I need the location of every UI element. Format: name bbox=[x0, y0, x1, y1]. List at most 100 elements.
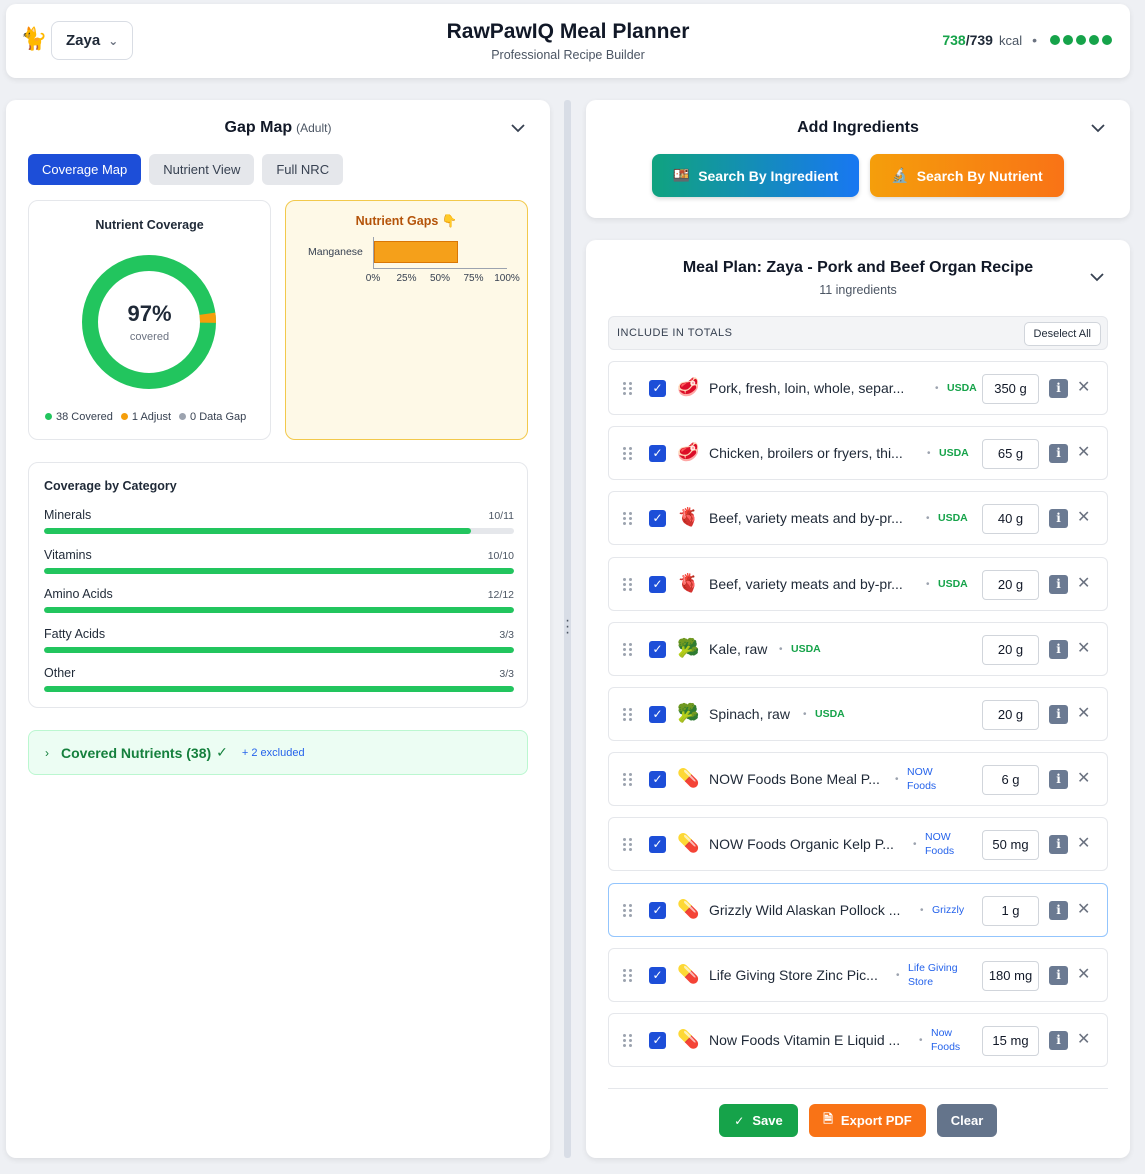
separator-dot: • bbox=[779, 643, 783, 655]
drag-handle-icon[interactable] bbox=[623, 968, 633, 983]
clear-button[interactable]: Clear bbox=[937, 1104, 997, 1137]
drag-handle-icon[interactable] bbox=[623, 773, 633, 787]
ingredient-row[interactable]: ✓ 💊 Grizzly Wild Alaskan Pollock ... • Grizz… bbox=[608, 882, 1108, 937]
tab-full-nrc[interactable]: Full NRC bbox=[262, 154, 344, 185]
close-icon[interactable]: ✕ bbox=[1077, 1029, 1090, 1049]
ingredient-row[interactable]: ✓ 🫀 Beef, variety meats and by-pr... • USDA 4… bbox=[608, 491, 1108, 546]
close-icon[interactable]: ✕ bbox=[1077, 768, 1090, 788]
gap-map-panel: Gap Map (Adult) Coverage Map Nutrient Vie… bbox=[6, 100, 550, 1158]
include-checkbox[interactable]: ✓ bbox=[649, 575, 666, 593]
quantity-input[interactable]: 180 mg bbox=[982, 960, 1039, 991]
ingredient-row[interactable]: ✓ 💊 Life Giving Store Zinc Pic... • Life Giv… bbox=[608, 947, 1108, 1002]
ingredient-row[interactable]: ✓ 💊 Now Foods Vitamin E Liquid ... • Now Food… bbox=[608, 1013, 1108, 1067]
ingredient-name: Life Giving Store Zinc Pic... bbox=[709, 966, 878, 983]
quantity-input[interactable]: 6 g bbox=[982, 765, 1039, 796]
category-name: Amino Acids bbox=[44, 587, 113, 601]
deselect-all-button[interactable]: Deselect All bbox=[1023, 322, 1101, 346]
drag-handle-icon[interactable] bbox=[623, 838, 633, 852]
ingredient-name: Pork, fresh, loin, whole, separ... bbox=[709, 380, 905, 396]
quantity-input[interactable]: 15 mg bbox=[982, 1026, 1039, 1056]
coverage-title: Nutrient Coverage bbox=[95, 218, 204, 232]
drag-handle-icon[interactable] bbox=[623, 1034, 633, 1048]
info-icon[interactable]: i bbox=[1049, 509, 1068, 529]
legend-data-gap: 0 Data Gap bbox=[179, 411, 246, 423]
check-icon: ✓ bbox=[734, 1113, 745, 1128]
info-icon[interactable]: i bbox=[1049, 900, 1068, 920]
separator-dot: • bbox=[895, 774, 899, 786]
search-by-ingredient-button[interactable]: 🍱 Search By Ingredient bbox=[652, 154, 859, 197]
category-progress-track bbox=[44, 567, 514, 574]
include-checkbox[interactable]: ✓ bbox=[649, 836, 666, 854]
close-icon[interactable]: ✕ bbox=[1077, 638, 1090, 658]
close-icon[interactable]: ✕ bbox=[1077, 442, 1090, 462]
ingredient-source-badge: USDA bbox=[791, 642, 821, 655]
quantity-input[interactable]: 20 g bbox=[982, 569, 1039, 600]
covered-nutrients-toggle[interactable]: › Covered Nutrients (38) ✓ + 2 excluded bbox=[28, 730, 528, 775]
ingredient-row[interactable]: ✓ 🥦 Kale, raw • USDA 20 g i ✕ bbox=[608, 621, 1108, 676]
drag-handle-icon[interactable]: · · · bbox=[564, 613, 571, 641]
food-type-icon: 🥩 bbox=[677, 442, 700, 463]
quantity-input[interactable]: 20 g bbox=[982, 700, 1039, 730]
include-checkbox[interactable]: ✓ bbox=[649, 901, 666, 919]
info-icon[interactable]: i bbox=[1049, 770, 1068, 790]
ingredient-row[interactable]: ✓ 🫀 Beef, variety meats and by-pr... • USDA 2… bbox=[608, 556, 1108, 611]
info-icon[interactable]: i bbox=[1049, 639, 1068, 659]
ingredient-row[interactable]: ✓ 🥦 Spinach, raw • USDA 20 g i ✕ bbox=[608, 687, 1108, 741]
drag-handle-icon[interactable] bbox=[623, 708, 633, 722]
close-icon[interactable]: ✕ bbox=[1077, 964, 1090, 984]
close-icon[interactable]: ✕ bbox=[1077, 377, 1090, 397]
quantity-input[interactable]: 50 mg bbox=[982, 830, 1039, 861]
gap-map-tabs: Coverage Map Nutrient View Full NRC bbox=[28, 154, 344, 185]
chevron-down-icon[interactable] bbox=[1090, 120, 1106, 136]
status-dot bbox=[1102, 35, 1112, 45]
food-type-icon: 🥦 bbox=[677, 703, 700, 723]
category-row: Other 3/3 bbox=[44, 666, 514, 692]
info-icon[interactable]: i bbox=[1049, 379, 1068, 398]
save-button[interactable]: ✓ Save bbox=[719, 1104, 798, 1137]
drag-handle-icon[interactable] bbox=[623, 447, 633, 461]
ingredient-row[interactable]: ✓ 💊 NOW Foods Organic Kelp P... • NOW Foods 50… bbox=[608, 817, 1108, 872]
close-icon[interactable]: ✕ bbox=[1077, 833, 1090, 853]
ingredient-name: Kale, raw bbox=[709, 640, 768, 657]
close-icon[interactable]: ✕ bbox=[1077, 703, 1090, 723]
info-icon[interactable]: i bbox=[1049, 574, 1068, 594]
include-checkbox[interactable]: ✓ bbox=[649, 1032, 666, 1049]
excluded-link[interactable]: + 2 excluded bbox=[242, 747, 305, 759]
quantity-input[interactable]: 1 g bbox=[982, 895, 1039, 926]
ingredient-row[interactable]: ✓ 💊 NOW Foods Bone Meal P... • NOW Foods 6 g i ✕ bbox=[608, 752, 1108, 807]
include-checkbox[interactable]: ✓ bbox=[649, 445, 666, 463]
chevron-down-icon[interactable] bbox=[1089, 269, 1105, 285]
tab-coverage-map[interactable]: Coverage Map bbox=[28, 154, 142, 185]
tab-nutrient-view[interactable]: Nutrient View bbox=[149, 154, 255, 185]
info-icon[interactable]: i bbox=[1049, 1031, 1068, 1050]
info-icon[interactable]: i bbox=[1049, 835, 1068, 855]
quantity-input[interactable]: 20 g bbox=[982, 634, 1039, 665]
drag-handle-icon[interactable] bbox=[623, 903, 633, 918]
drag-handle-icon[interactable] bbox=[623, 512, 633, 526]
quantity-input[interactable]: 350 g bbox=[982, 374, 1039, 404]
close-icon[interactable]: ✕ bbox=[1077, 573, 1090, 593]
drag-handle-icon[interactable] bbox=[623, 382, 633, 396]
quantity-input[interactable]: 40 g bbox=[982, 504, 1039, 535]
info-icon[interactable]: i bbox=[1049, 965, 1068, 985]
chevron-down-icon[interactable] bbox=[510, 120, 526, 136]
search-by-nutrient-button[interactable]: 🔬 Search By Nutrient bbox=[870, 154, 1064, 197]
include-checkbox[interactable]: ✓ bbox=[649, 771, 666, 789]
include-checkbox[interactable]: ✓ bbox=[649, 640, 666, 658]
drag-handle-icon[interactable] bbox=[623, 577, 633, 592]
ingredient-name: Chicken, broilers or fryers, thi... bbox=[709, 445, 903, 462]
ingredient-row[interactable]: ✓ 🥩 Pork, fresh, loin, whole, separ... • USD… bbox=[608, 361, 1108, 415]
include-checkbox[interactable]: ✓ bbox=[649, 510, 666, 528]
info-icon[interactable]: i bbox=[1049, 444, 1068, 464]
close-icon[interactable]: ✕ bbox=[1077, 899, 1090, 919]
quantity-input[interactable]: 65 g bbox=[982, 439, 1039, 470]
include-checkbox[interactable]: ✓ bbox=[649, 706, 666, 723]
include-checkbox[interactable]: ✓ bbox=[649, 380, 666, 397]
export-pdf-button[interactable]: 🗎 Export PDF bbox=[809, 1104, 926, 1137]
info-icon[interactable]: i bbox=[1049, 705, 1068, 724]
include-checkbox[interactable]: ✓ bbox=[649, 966, 666, 984]
gap-map-title: Gap Map (Adult) bbox=[224, 119, 332, 136]
ingredient-row[interactable]: ✓ 🥩 Chicken, broilers or fryers, thi... • US… bbox=[608, 426, 1108, 481]
drag-handle-icon[interactable] bbox=[623, 642, 633, 657]
close-icon[interactable]: ✕ bbox=[1077, 507, 1090, 527]
